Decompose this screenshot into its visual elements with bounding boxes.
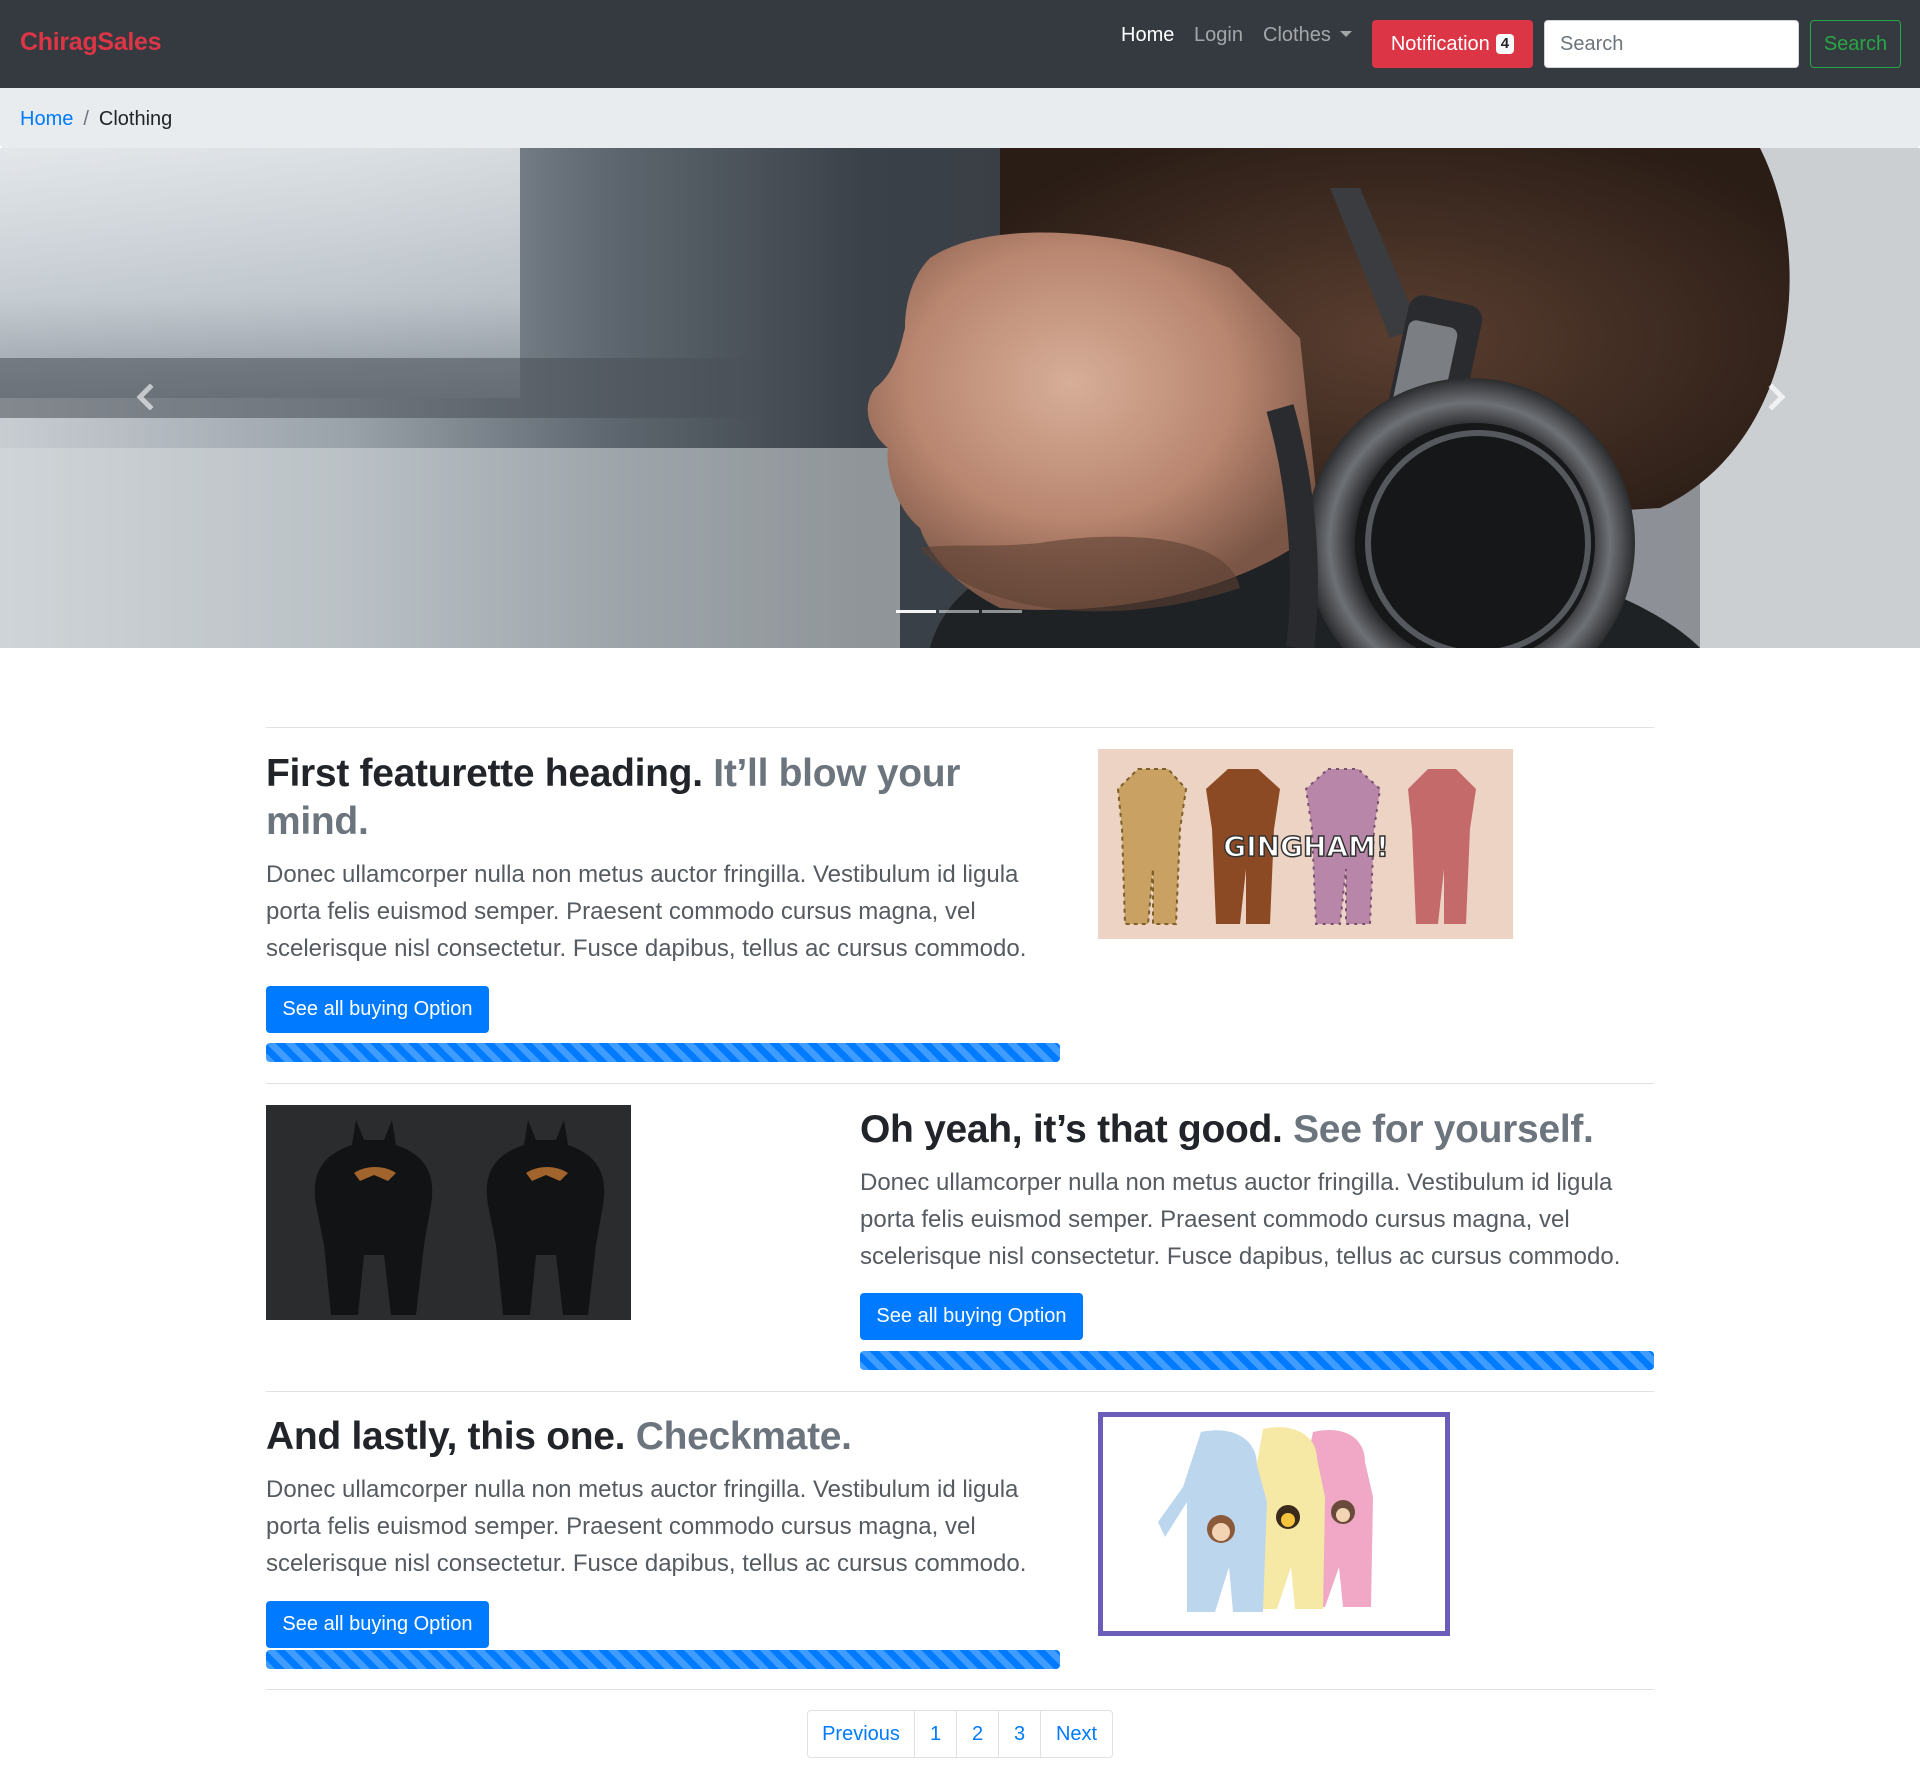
- nav-link-home[interactable]: Home: [1121, 24, 1174, 47]
- featurette-2-image: [266, 1105, 631, 1320]
- breadcrumb-current: Clothing: [98, 108, 173, 130]
- featurette-2-text: Donec ullamcorper nulla non metus auctor…: [860, 1169, 1621, 1270]
- carousel-slide-image: [0, 148, 1920, 648]
- carousel-indicator-1[interactable]: [896, 610, 936, 613]
- hero-carousel: [0, 148, 1920, 648]
- featurette-divider: [266, 1391, 1654, 1392]
- featurette-divider: [266, 1689, 1654, 1690]
- featurette-2-progress-bar: [860, 1351, 1654, 1370]
- featurette-1-heading: First featurette heading. It’ll blow you…: [266, 750, 1060, 846]
- featurette-2-heading-main: Oh yeah, it’s that good.: [860, 1108, 1283, 1151]
- carousel-prev-button[interactable]: [125, 372, 165, 422]
- featurette-1-text: Donec ullamcorper nulla non metus auctor…: [266, 861, 1027, 962]
- carousel-indicators: [896, 610, 1022, 613]
- nav-dropdown-clothes-label: Clothes: [1263, 24, 1331, 46]
- breadcrumb-separator: /: [83, 108, 89, 130]
- chevron-right-icon: [1768, 384, 1786, 410]
- baby-rompers-image: [1103, 1417, 1445, 1631]
- breadcrumb-home[interactable]: Home: [20, 108, 73, 130]
- featurette-3-heading: And lastly, this one. Checkmate.: [266, 1413, 1060, 1461]
- gingham-clothes-image: GINGHAM!: [1098, 749, 1513, 939]
- navbar: ChiragSales Home Login Clothes Notificat…: [0, 0, 1920, 88]
- featurette-3-text: Donec ullamcorper nulla non metus auctor…: [266, 1476, 1027, 1577]
- featurette-3-heading-main: And lastly, this one.: [266, 1415, 626, 1458]
- nav-dropdown-clothes[interactable]: Clothes: [1263, 24, 1352, 47]
- featurette-1-buy-button[interactable]: See all buying Option: [266, 986, 489, 1033]
- featurette-2-heading: Oh yeah, it’s that good. See for yoursel…: [860, 1106, 1654, 1154]
- pagination-previous[interactable]: Previous: [808, 1711, 914, 1757]
- pagination-page-3[interactable]: 3: [998, 1711, 1040, 1757]
- featurette-divider: [266, 1083, 1654, 1084]
- featurette-3-progress-bar: [266, 1650, 1060, 1669]
- notification-label: Notification: [1390, 32, 1490, 55]
- nav-link-login[interactable]: Login: [1194, 24, 1243, 47]
- brand-logo[interactable]: ChiragSales: [20, 28, 162, 57]
- featurette-1-progress-bar: [266, 1043, 1060, 1062]
- carousel-indicator-2[interactable]: [939, 610, 979, 613]
- featurette-2-buy-button[interactable]: See all buying Option: [860, 1293, 1083, 1340]
- search-button[interactable]: Search: [1810, 20, 1901, 68]
- notification-count-badge: 4: [1495, 34, 1515, 54]
- featurette-3-buy-button[interactable]: See all buying Option: [266, 1601, 489, 1648]
- pagination-next[interactable]: Next: [1040, 1711, 1112, 1757]
- batman-suits-image: [266, 1105, 631, 1320]
- carousel-indicator-3[interactable]: [982, 610, 1022, 613]
- notification-button[interactable]: Notification 4: [1372, 20, 1533, 68]
- featurette-2-heading-muted: See for yourself.: [1293, 1108, 1594, 1151]
- featurette-3-image: [1098, 1412, 1450, 1636]
- gingham-image-text: GINGHAM!: [1223, 830, 1389, 863]
- featurette-divider: [266, 727, 1654, 728]
- pagination: Previous 1 2 3 Next: [807, 1710, 1113, 1758]
- featurette-3-heading-muted: Checkmate.: [635, 1415, 852, 1458]
- pagination-page-1[interactable]: 1: [914, 1711, 956, 1757]
- breadcrumb: Home / Clothing: [0, 88, 1920, 148]
- pagination-page-2[interactable]: 2: [956, 1711, 998, 1757]
- featurette-1-heading-main: First featurette heading.: [266, 752, 703, 795]
- search-input[interactable]: [1544, 20, 1799, 68]
- chevron-left-icon: [136, 384, 154, 410]
- featurette-1-image: GINGHAM!: [1098, 749, 1513, 939]
- caret-down-icon: [1339, 31, 1352, 37]
- carousel-next-button[interactable]: [1757, 372, 1797, 422]
